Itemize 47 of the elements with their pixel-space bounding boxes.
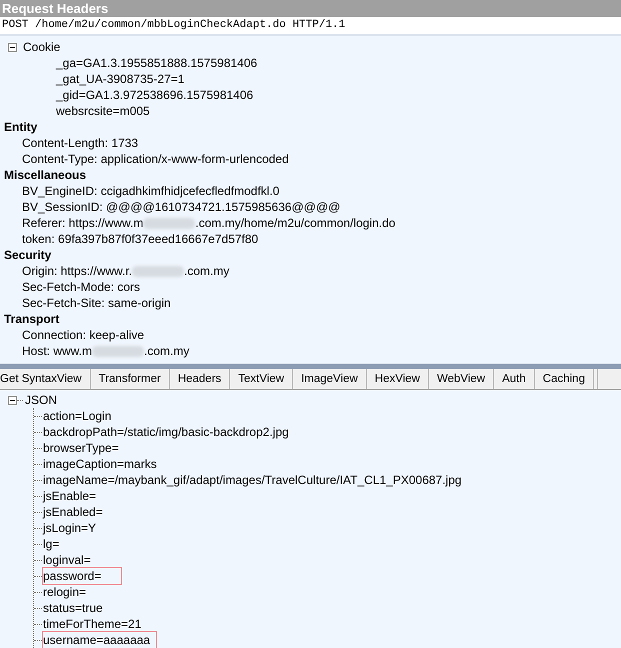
header-entry: Sec-Fetch-Site: same-origin	[22, 295, 171, 311]
section-heading: Entity	[4, 119, 38, 135]
highlighted-tree-item[interactable]: username=aaaaaaa	[43, 632, 156, 648]
panel-title: Request Headers	[0, 0, 621, 17]
tree-item[interactable]: imageCaption=marks	[43, 456, 157, 472]
redaction-blur	[143, 218, 196, 228]
header-entry: token: 69fa397b87f0f37eeed16667e7d57f80	[22, 231, 258, 247]
section-heading: Security	[4, 247, 52, 263]
header-entry: .com.my/home/m2u/common/login.do	[195, 215, 396, 231]
header-entry: .com.my	[184, 263, 230, 279]
tree-item[interactable]: loginval=	[43, 552, 91, 568]
tree-item[interactable]: lg=	[43, 536, 60, 552]
header-entry: _gid=GA1.3.972538696.1575981406	[56, 87, 254, 103]
header-entry: _ga=GA1.3.1955851888.1575981406	[56, 55, 258, 71]
header-entry: Referer: https://www.m	[22, 215, 144, 231]
header-entry: .com.my	[144, 343, 190, 359]
redaction-blur	[92, 346, 144, 356]
header-entry: _gat_UA-3908735-27=1	[56, 71, 184, 87]
tree-item[interactable]: imageName=/maybank_gif/adapt/images/TravelCulture/IAT_CL1_PX00687.jpg	[43, 472, 462, 488]
section-heading: Transport	[4, 311, 60, 327]
collapse-icon[interactable]	[8, 42, 17, 52]
tab[interactable]: Transformer	[90, 369, 170, 389]
section-heading: Miscellaneous	[4, 167, 86, 183]
tree-item[interactable]: status=true	[43, 600, 103, 616]
redaction-blur	[132, 266, 184, 276]
highlighted-tree-item[interactable]: password=	[43, 568, 122, 584]
header-entry: Connection: keep-alive	[22, 327, 144, 343]
tree-item[interactable]: jsEnabled=	[43, 504, 103, 520]
tree-item[interactable]: backdropPath=/static/img/basic-backdrop2.jpg	[43, 424, 289, 440]
tree-item[interactable]: timeForTheme=21	[43, 616, 142, 632]
header-entry: Content-Length: 1733	[22, 135, 138, 151]
header-entry: BV_EngineID: ccigadhkimfhidjcefecfledfmodfkl.0	[22, 183, 280, 199]
header-entry: BV_SessionID: @@@@1610734721.1575985636@@@@	[22, 199, 340, 215]
header-entry: Sec-Fetch-Mode: cors	[22, 279, 140, 295]
collapse-icon[interactable]	[8, 396, 17, 404]
header-entry: Origin: https://www.r.	[22, 263, 132, 279]
header-entry: Host: www.m	[22, 343, 92, 359]
tree-item[interactable]: relogin=	[43, 584, 86, 600]
tree-item[interactable]: jsEnable=	[43, 488, 96, 504]
tree-item[interactable]: browserType=	[43, 440, 119, 456]
header-entry: websrcsite=m005	[56, 103, 150, 119]
tree-label: JSON	[25, 392, 58, 408]
tab[interactable]: Get SyntaxView	[0, 369, 91, 389]
group-label: Cookie	[23, 39, 60, 55]
header-entry: Content-Type: application/x-www-form-urlencoded	[22, 151, 289, 167]
tree-item[interactable]: action=Login	[43, 408, 112, 424]
tree-item[interactable]: jsLogin=Y	[43, 520, 96, 536]
